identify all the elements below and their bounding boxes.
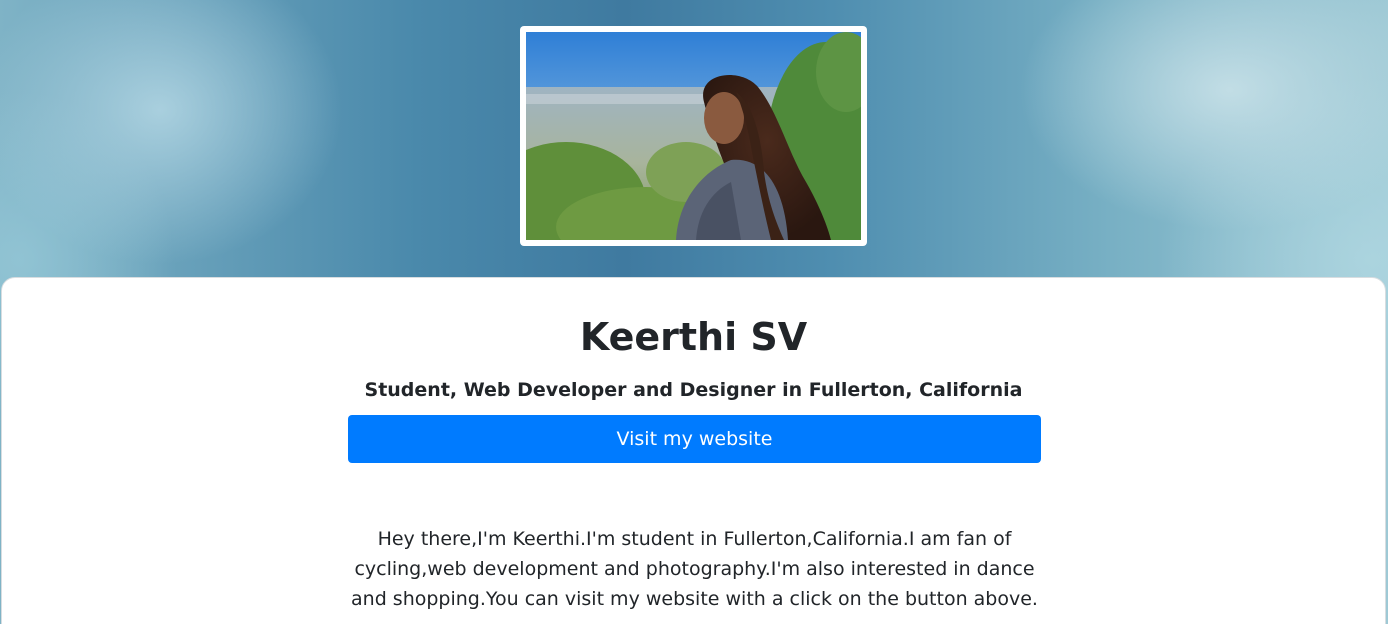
profile-card: Keerthi SV Student, Web Developer and De…	[1, 277, 1386, 624]
profile-name: Keerthi SV	[579, 315, 808, 359]
profile-photo	[526, 32, 861, 240]
profile-bio: Hey there,I'm Keerthi.I'm student in Ful…	[351, 528, 1038, 610]
page-background: Keerthi SV Student, Web Developer and De…	[0, 0, 1388, 624]
profile-photo-frame	[520, 26, 867, 246]
visit-website-button[interactable]: Visit my website	[348, 415, 1041, 463]
profile-tagline: Student, Web Developer and Designer in F…	[364, 379, 1023, 401]
